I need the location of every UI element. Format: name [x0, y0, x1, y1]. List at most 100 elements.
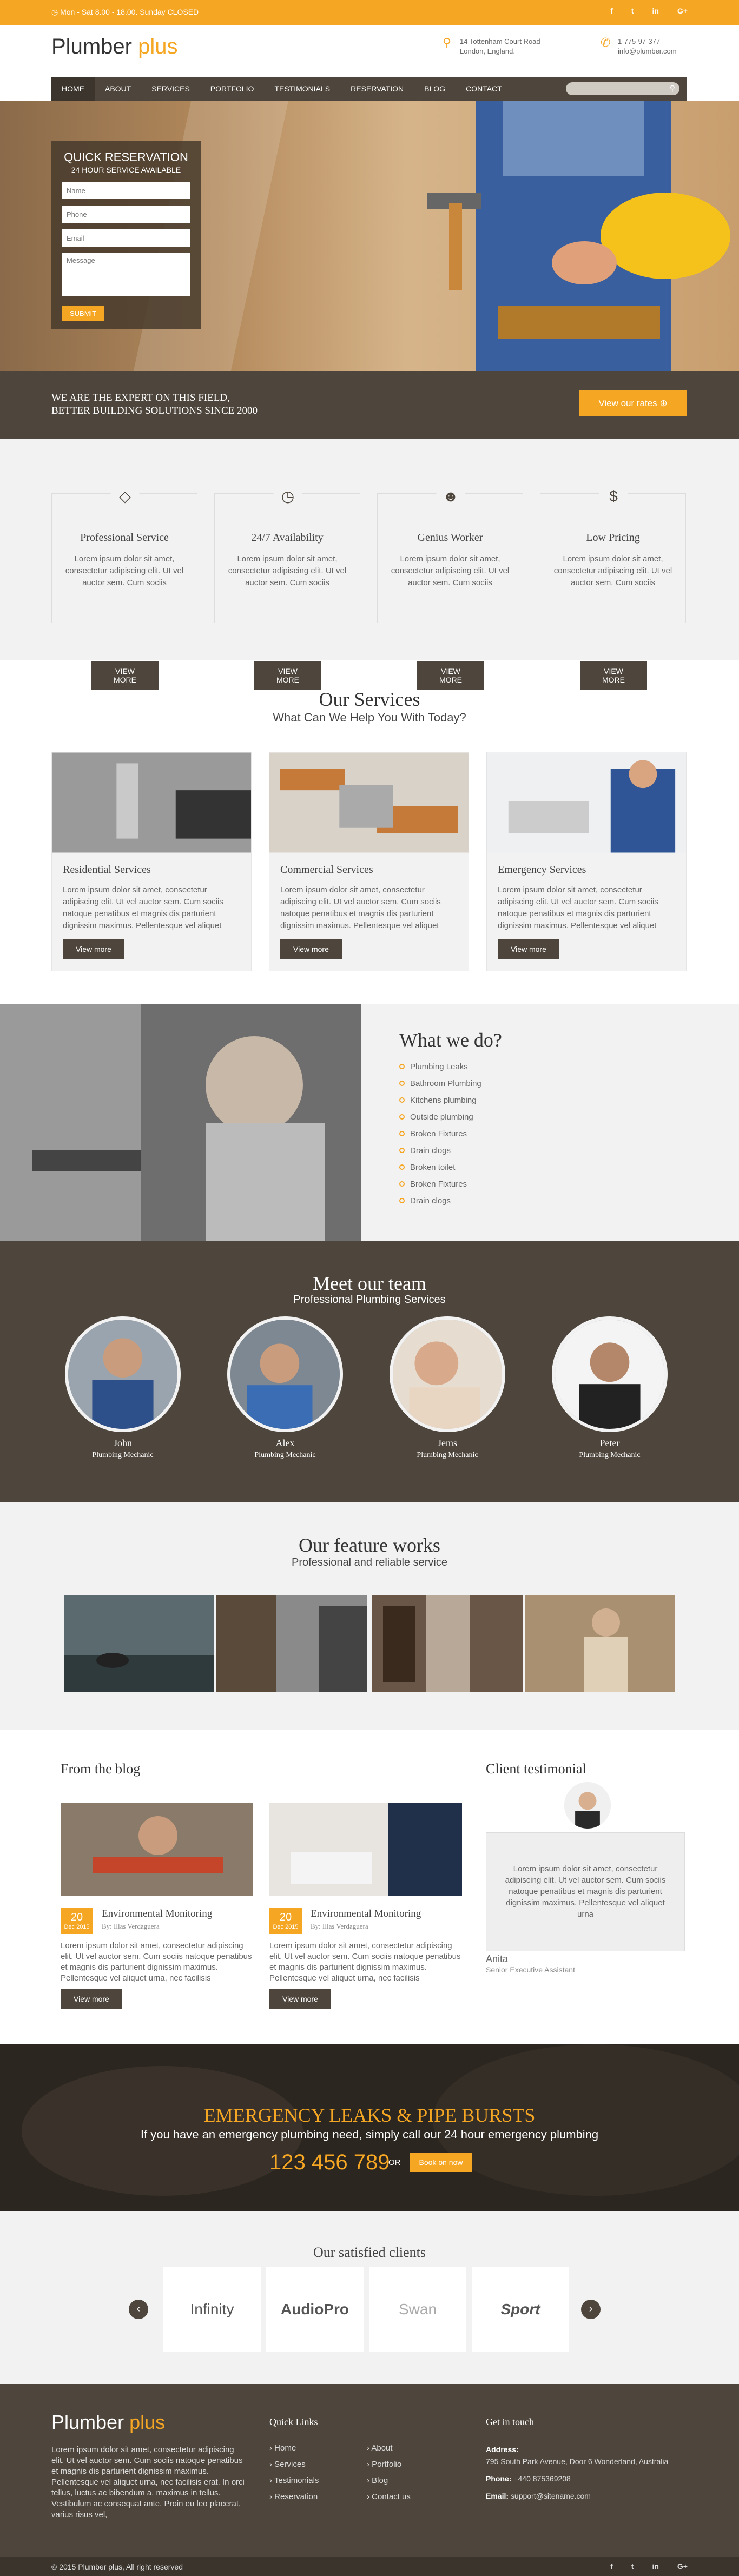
avatar	[227, 1316, 343, 1432]
book-now-button[interactable]: Book on now	[410, 2153, 472, 2172]
emergency-banner: EMERGENCY LEAKS & PIPE BURSTS If you hav…	[0, 2044, 739, 2211]
nav-services[interactable]: SERVICES	[141, 77, 200, 101]
work-photo[interactable]	[525, 1595, 675, 1692]
worker-drilling-image	[0, 1004, 361, 1241]
name-field[interactable]	[62, 182, 190, 199]
team-member: John Plumbing Mechanic	[65, 1316, 181, 1460]
site-header: Plumber plus ⚲ 14 Tottenham Court Road L…	[0, 25, 739, 77]
submit-button[interactable]: SUBMIT	[62, 306, 104, 321]
quick-links-col2: › About › Portfolio › Blog › Contact us	[367, 2443, 411, 2508]
client-logo[interactable]: AudioPro	[266, 2267, 364, 2352]
nav-portfolio[interactable]: PORTFOLIO	[200, 77, 265, 101]
email-field[interactable]	[62, 229, 190, 247]
google-plus-icon[interactable]: G+	[677, 6, 688, 15]
next-arrow-icon[interactable]: ›	[581, 2300, 601, 2319]
site-logo[interactable]: Plumber plus	[51, 35, 177, 59]
circle-bullet-icon	[399, 1198, 405, 1203]
footer-logo[interactable]: Plumber plus	[51, 2411, 165, 2434]
blog-post-image[interactable]	[269, 1803, 462, 1896]
blog-title: From the blog	[61, 1761, 141, 1777]
list-item: Drain clogs	[399, 1196, 481, 1213]
post-title[interactable]: Environmental Monitoring	[102, 1908, 212, 1920]
feature-card: ◇ Professional Service Lorem ipsum dolor…	[51, 482, 197, 690]
avatar	[390, 1316, 505, 1432]
client-logo[interactable]: Infinity	[163, 2267, 261, 2352]
client-logo[interactable]: Sport	[472, 2267, 569, 2352]
users-icon: ☻	[436, 482, 465, 511]
search-icon[interactable]: ⚲	[670, 84, 675, 93]
works-subtitle: Professional and reliable service	[292, 1557, 447, 1568]
work-photo[interactable]	[216, 1595, 367, 1692]
copyright: © 2015 Plumber plus, All right reserved	[51, 2562, 183, 2571]
nav-home[interactable]: HOME	[51, 77, 95, 101]
post-author: By: Illas Verdaguera	[311, 1922, 368, 1930]
nav-about[interactable]: ABOUT	[95, 77, 141, 101]
footer-contact-info: Address: 795 South Park Avenue, Door 6 W…	[486, 2445, 669, 2500]
footer-link[interactable]: › Contact us	[367, 2492, 411, 2508]
linkedin-icon[interactable]: in	[652, 2562, 658, 2571]
view-more-button[interactable]: VIEW MORE	[91, 661, 159, 690]
view-more-button[interactable]: View more	[63, 939, 124, 959]
nav-contact[interactable]: CONTACT	[456, 77, 512, 101]
features-section: ◇ Professional Service Lorem ipsum dolor…	[0, 439, 739, 690]
footer-link[interactable]: › About	[367, 2443, 411, 2460]
footer-link[interactable]: › Blog	[367, 2476, 411, 2492]
view-more-button[interactable]: View more	[61, 1989, 122, 2009]
search-input[interactable]: ⚲	[566, 82, 679, 95]
message-field[interactable]	[62, 253, 190, 296]
view-more-button[interactable]: View more	[280, 939, 342, 959]
reservation-title: QUICK RESERVATION	[64, 150, 188, 164]
avatar	[552, 1316, 668, 1432]
emergency-phone-number[interactable]: 123 456 789	[269, 2150, 390, 2175]
nav-blog[interactable]: BLOG	[414, 77, 456, 101]
bottom-bar: © 2015 Plumber plus, All right reserved …	[0, 2557, 739, 2576]
testimonial-name: Anita	[486, 1953, 509, 1964]
date-badge: 20 Dec 2015	[269, 1908, 302, 1934]
nav-reservation[interactable]: RESERVATION	[340, 77, 414, 101]
work-photo[interactable]	[64, 1595, 214, 1692]
facebook-icon[interactable]: f	[610, 2562, 613, 2571]
circle-bullet-icon	[399, 1097, 405, 1103]
client-logo[interactable]: Swan	[369, 2267, 466, 2352]
feature-card: ◷ 24/7 Availability Lorem ipsum dolor si…	[214, 482, 360, 690]
feature-card: ☻ Genius Worker Lorem ipsum dolor sit am…	[377, 482, 523, 690]
phone-icon: ✆	[601, 36, 611, 49]
testimonial-card: Lorem ipsum dolor sit amet, consectetur …	[486, 1780, 685, 1951]
prev-arrow-icon[interactable]: ‹	[129, 2300, 148, 2319]
view-more-button[interactable]: View more	[269, 1989, 331, 2009]
twitter-icon[interactable]: t	[631, 2562, 634, 2571]
linkedin-icon[interactable]: in	[652, 6, 658, 15]
nav-testimonials[interactable]: TESTIMONIALS	[264, 77, 340, 101]
top-bar: ◷ Mon - Sat 8.00 - 18.00. Sunday CLOSED …	[0, 0, 739, 25]
blog-post: 20 Dec 2015 Environmental Monitoring By: …	[269, 1803, 462, 2009]
footer-link[interactable]: › Home	[269, 2443, 319, 2460]
footer-link[interactable]: › Services	[269, 2460, 319, 2476]
opening-hours: ◷ Mon - Sat 8.00 - 18.00. Sunday CLOSED	[51, 8, 199, 16]
view-more-button[interactable]: VIEW MORE	[580, 661, 647, 690]
footer-link[interactable]: › Reservation	[269, 2492, 319, 2508]
hero-banner: QUICK RESERVATION 24 HOUR SERVICE AVAILA…	[0, 101, 739, 371]
facebook-icon[interactable]: f	[610, 6, 613, 15]
footer-link[interactable]: › Testimonials	[269, 2476, 319, 2492]
post-title[interactable]: Environmental Monitoring	[311, 1908, 421, 1920]
blog-post-image[interactable]	[61, 1803, 253, 1896]
google-plus-icon[interactable]: G+	[677, 2562, 688, 2571]
twitter-icon[interactable]: t	[631, 6, 634, 15]
plumber-worker-image	[427, 101, 730, 371]
view-more-button[interactable]: View more	[498, 939, 559, 959]
work-photo[interactable]	[372, 1595, 523, 1692]
post-author: By: Illas Verdaguera	[102, 1922, 160, 1930]
clock-icon: ◷	[273, 482, 302, 511]
social-links: f t in G+	[610, 6, 688, 15]
list-item: Broken Fixtures	[399, 1180, 481, 1196]
footer-link[interactable]: › Portfolio	[367, 2460, 411, 2476]
testimonial-title: Client testimonial	[486, 1761, 586, 1777]
blog-section: From the blog 20 Dec 2015 Environmental M…	[0, 1730, 739, 2044]
view-more-button[interactable]: VIEW MORE	[417, 661, 484, 690]
date-badge: 20 Dec 2015	[61, 1908, 93, 1934]
blog-post: 20 Dec 2015 Environmental Monitoring By: …	[61, 1803, 253, 2009]
view-rates-button[interactable]: View our rates ⊕	[579, 390, 687, 416]
phone-field[interactable]	[62, 206, 190, 223]
view-more-button[interactable]: VIEW MORE	[254, 661, 321, 690]
service-card: Residential Services Lorem ipsum dolor s…	[51, 752, 252, 971]
